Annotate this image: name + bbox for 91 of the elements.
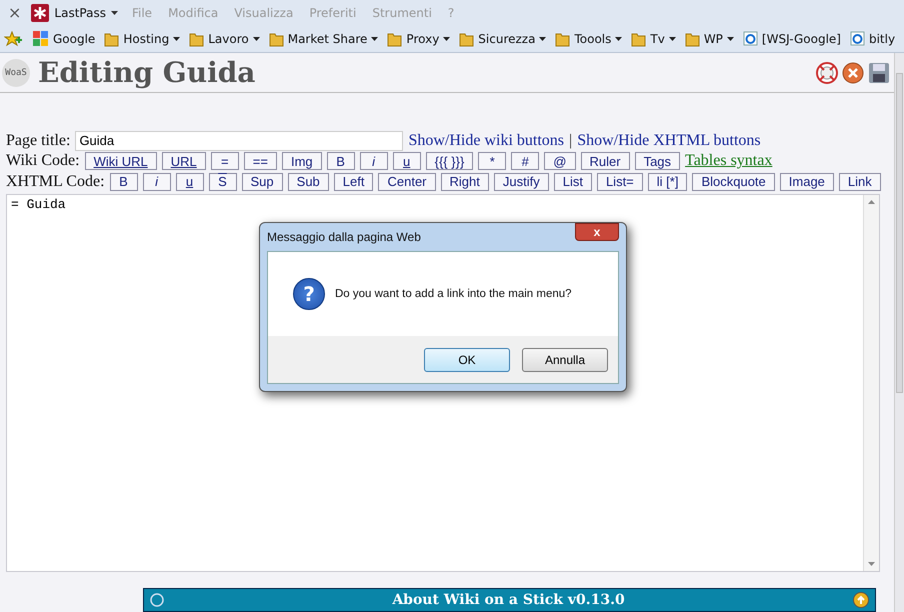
page-title: Editing Guida: [38, 56, 256, 90]
row-label: Wiki Code:: [6, 152, 80, 170]
code-button[interactable]: i: [360, 152, 388, 170]
code-button[interactable]: URL: [162, 152, 206, 170]
code-button[interactable]: Left: [334, 172, 374, 191]
bookmark-link[interactable]: bitly: [868, 32, 896, 46]
editor-text: = Guida: [11, 197, 66, 212]
up-arrow-icon: [868, 200, 875, 204]
code-button[interactable]: Sub: [288, 172, 329, 191]
title-field[interactable]: Guida: [75, 130, 404, 151]
close-icon: [842, 62, 864, 84]
bookmark-link[interactable]: [WSJ-Google]: [762, 32, 841, 46]
bookmark-link[interactable]: Lavoro: [208, 32, 249, 46]
caret-icon: [443, 36, 450, 40]
dialog-message: Do you want to add a link into the main menu?: [335, 288, 572, 300]
caret-icon: [252, 36, 260, 40]
down-arrow-icon: [868, 562, 875, 566]
folder-icon: [104, 30, 120, 46]
folder-icon: [189, 30, 204, 46]
code-button[interactable]: li [*]: [648, 172, 688, 191]
code-button[interactable]: @: [544, 152, 576, 170]
bookmark-link[interactable]: Tv: [650, 32, 665, 46]
code-button[interactable]: List=: [596, 172, 643, 191]
toggle-link[interactable]: Show/Hide XHTML buttons: [577, 132, 761, 150]
logo: WoaS: [2, 58, 30, 87]
code-button[interactable]: Image: [780, 172, 834, 191]
dialog-button[interactable]: Annulla: [522, 348, 608, 372]
bookmark-link[interactable]: WP: [704, 32, 723, 46]
caret-icon: [371, 36, 378, 40]
grid-icon: [32, 30, 49, 47]
code-button[interactable]: i: [142, 172, 171, 191]
dialog-title: Messaggio dalla pagina Web: [267, 230, 421, 244]
bookmark-link[interactable]: Sicurezza: [478, 32, 536, 46]
separator: |: [569, 132, 572, 150]
caret-icon: [615, 36, 622, 40]
bookmark-link[interactable]: Toools: [574, 32, 612, 46]
close-button[interactable]: x: [575, 223, 619, 241]
scroll-thumb[interactable]: [896, 73, 903, 393]
scrollbar[interactable]: [863, 195, 879, 572]
folder-icon: [387, 30, 402, 46]
code-button[interactable]: u: [176, 172, 204, 191]
code-button[interactable]: B: [326, 152, 355, 170]
bookmark-link[interactable]: Hosting: [123, 32, 170, 46]
caret-icon: [539, 36, 546, 40]
code-button[interactable]: =: [210, 152, 239, 170]
folder-icon: [555, 30, 570, 46]
code-button[interactable]: Justify: [494, 172, 549, 191]
code-button[interactable]: Right: [440, 172, 489, 191]
caret-icon: [668, 36, 676, 40]
row-label: XHTML Code:: [6, 172, 105, 191]
code-button[interactable]: Blockquote: [692, 172, 775, 191]
caret-icon: [726, 36, 734, 40]
bookmark-link[interactable]: Proxy: [406, 32, 440, 46]
code-button[interactable]: u: [392, 152, 421, 170]
scrollbar[interactable]: [894, 53, 904, 612]
dialog-button[interactable]: OK: [424, 348, 510, 372]
code-button[interactable]: B: [110, 172, 138, 191]
code-button[interactable]: Sup: [242, 172, 283, 191]
bookmark-link[interactable]: Google: [53, 32, 96, 46]
asterisk-logo-icon: [31, 4, 50, 22]
code-button[interactable]: Img: [282, 152, 322, 170]
toggle-link[interactable]: Show/Hide wiki buttons: [408, 132, 564, 150]
save-icon: [868, 62, 890, 84]
code-button[interactable]: Tags: [634, 152, 680, 170]
code-button[interactable]: S: [208, 172, 237, 191]
code-button[interactable]: Link: [838, 172, 881, 191]
folder-icon: [684, 30, 700, 46]
brand-menu[interactable]: LastPass: [54, 6, 106, 20]
code-button[interactable]: {{{ }}}: [426, 152, 474, 170]
page-icon: [742, 30, 758, 47]
code-button[interactable]: Wiki URL: [84, 152, 157, 170]
star-icon: [4, 30, 23, 46]
caret-icon: [173, 36, 180, 40]
bookmark-link[interactable]: Market Share: [288, 32, 368, 46]
lifebuoy-icon: [816, 62, 838, 84]
folder-icon: [631, 30, 646, 46]
code-button[interactable]: Ruler: [580, 152, 630, 170]
caret-icon: [110, 10, 118, 14]
footer-title: About Wiki on a Stick v0.13.0: [392, 592, 625, 608]
syntax-link[interactable]: Tables syntax: [685, 152, 772, 170]
close-button[interactable]: ×: [0, 3, 32, 22]
folder-icon: [268, 30, 284, 46]
code-button[interactable]: Center: [378, 172, 436, 191]
page-icon: [850, 30, 865, 47]
code-button[interactable]: List: [554, 172, 592, 191]
question-icon: ?: [293, 278, 325, 310]
code-button[interactable]: ==: [244, 152, 277, 170]
field-label: Page title:: [6, 132, 70, 150]
folder-icon: [459, 30, 474, 46]
code-button[interactable]: #: [511, 152, 540, 170]
code-button[interactable]: *: [478, 152, 506, 170]
